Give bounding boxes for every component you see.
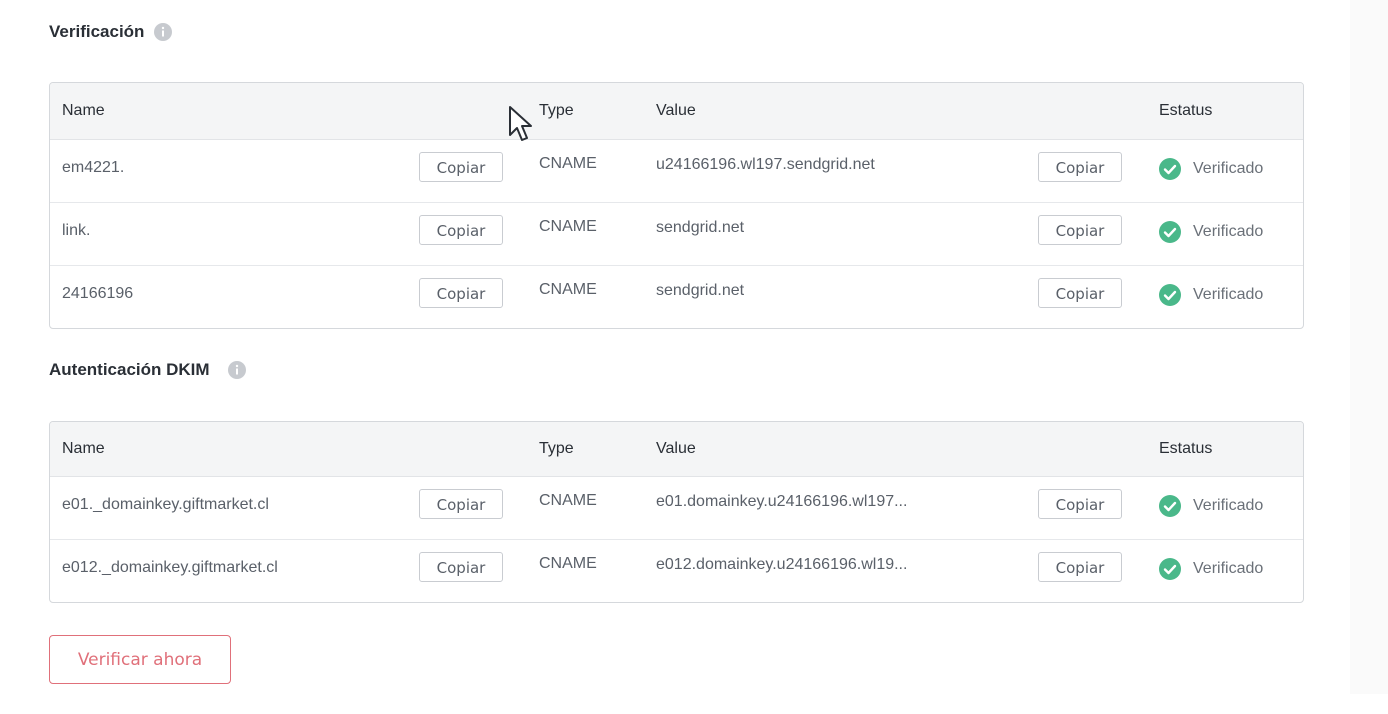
status-badge: Verificado: [1159, 284, 1263, 306]
record-name: em4221.: [62, 159, 125, 176]
record-type: CNAME: [539, 555, 597, 572]
info-icon[interactable]: [154, 23, 173, 41]
record-type: CNAME: [539, 218, 597, 235]
column-header-type: Type: [539, 102, 574, 119]
record-value: u24166196.wl197.sendgrid.net: [656, 156, 875, 173]
copy-name-button[interactable]: Copiar: [419, 215, 503, 245]
verification-title: Verificación: [49, 22, 145, 41]
status-badge: Verificado: [1159, 558, 1263, 580]
copy-name-button[interactable]: Copiar: [419, 552, 503, 582]
copy-value-button[interactable]: Copiar: [1038, 152, 1122, 182]
check-circle-icon: [1159, 558, 1181, 580]
record-name: e012._domainkey.giftmarket.cl: [62, 559, 278, 576]
copy-value-button[interactable]: Copiar: [1038, 278, 1122, 308]
copy-value-button[interactable]: Copiar: [1038, 552, 1122, 582]
section-title-verification: Verificación: [49, 22, 173, 42]
status-text: Verificado: [1193, 560, 1264, 577]
status-badge: Verificado: [1159, 221, 1263, 243]
copy-name-button[interactable]: Copiar: [419, 152, 503, 182]
record-value: sendgrid.net: [656, 282, 745, 299]
table-row: em4221. Copiar CNAME u24166196.wl197.sen…: [50, 140, 1303, 203]
record-name: 24166196: [62, 285, 134, 302]
status-badge: Verificado: [1159, 495, 1263, 517]
status-text: Verificado: [1193, 223, 1264, 240]
check-circle-icon: [1159, 221, 1181, 243]
table-header: Name Type Value Estatus: [50, 83, 1303, 140]
status-text: Verificado: [1193, 286, 1264, 303]
copy-name-button[interactable]: Copiar: [419, 489, 503, 519]
copy-name-button[interactable]: Copiar: [419, 278, 503, 308]
record-value: e01.domainkey.u24166196.wl197...: [656, 493, 908, 510]
column-header-value: Value: [656, 440, 696, 457]
dkim-title: Autenticación DKIM: [49, 360, 210, 379]
check-circle-icon: [1159, 495, 1181, 517]
table-row: e012._domainkey.giftmarket.cl Copiar CNA…: [50, 540, 1303, 602]
record-name: link.: [62, 222, 91, 239]
section-title-dkim: Autenticación DKIM: [49, 360, 246, 380]
column-header-status: Estatus: [1159, 440, 1213, 457]
record-type: CNAME: [539, 281, 597, 298]
column-header-value: Value: [656, 102, 696, 119]
status-text: Verificado: [1193, 160, 1264, 177]
copy-value-button[interactable]: Copiar: [1038, 215, 1122, 245]
column-header-name: Name: [62, 102, 105, 119]
record-type: CNAME: [539, 492, 597, 509]
record-value: sendgrid.net: [656, 219, 745, 236]
table-row: link. Copiar CNAME sendgrid.net Copiar V…: [50, 203, 1303, 266]
check-circle-icon: [1159, 284, 1181, 306]
copy-value-button[interactable]: Copiar: [1038, 489, 1122, 519]
table-row: 24166196 Copiar CNAME sendgrid.net Copia…: [50, 266, 1303, 328]
record-value: e012.domainkey.u24166196.wl19...: [656, 556, 908, 573]
column-header-status: Estatus: [1159, 102, 1213, 119]
info-icon[interactable]: [227, 361, 246, 379]
verify-now-button[interactable]: Verificar ahora: [49, 635, 231, 684]
record-name: e01._domainkey.giftmarket.cl: [62, 496, 269, 513]
right-side-panel: [1350, 0, 1388, 694]
status-text: Verificado: [1193, 497, 1264, 514]
table-row: e01._domainkey.giftmarket.cl Copiar CNAM…: [50, 477, 1303, 540]
table-header: Name Type Value Estatus: [50, 422, 1303, 477]
column-header-name: Name: [62, 440, 105, 457]
status-badge: Verificado: [1159, 158, 1263, 180]
record-type: CNAME: [539, 155, 597, 172]
verification-table: Name Type Value Estatus em4221. Copiar C…: [49, 82, 1304, 329]
mouse-cursor-icon: [509, 106, 532, 141]
dkim-table: Name Type Value Estatus e01._domainkey.g…: [49, 421, 1304, 603]
column-header-type: Type: [539, 440, 574, 457]
check-circle-icon: [1159, 158, 1181, 180]
